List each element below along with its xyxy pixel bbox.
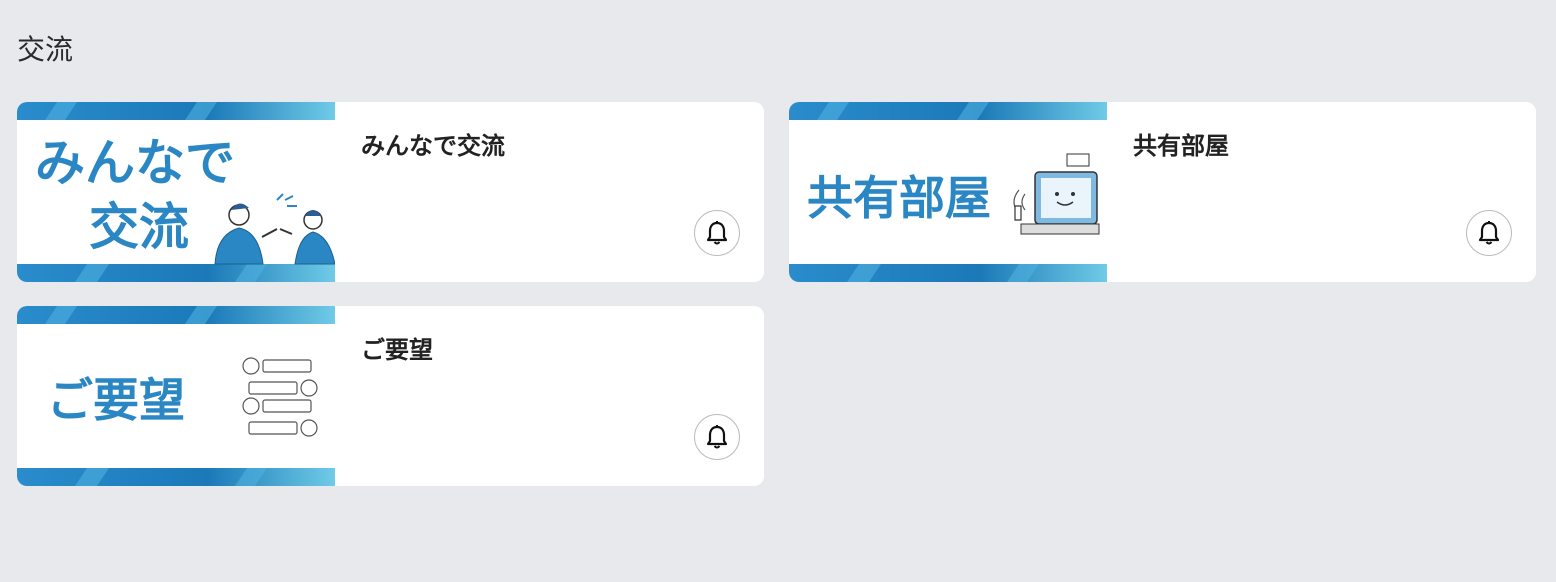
thumb-text-line1: ご要望 [47,373,185,427]
thumb-text-line1: 共有部屋 [807,171,991,225]
computer-illustration [1013,153,1100,235]
bell-icon[interactable] [694,414,740,460]
bell-icon[interactable] [1466,210,1512,256]
channel-card-minnade-koryu[interactable]: みんなで 交流 みんなで交流 [17,102,764,282]
bell-icon[interactable] [694,210,740,256]
people-illustration [214,193,335,265]
channel-card-kyoyu-beya[interactable]: 共有部屋 共有部屋 [789,102,1536,282]
thumb-text-line1: みんなで [35,134,235,192]
channel-title: 共有部屋 [1133,132,1229,160]
channel-title: みんなで交流 [361,132,505,160]
chat-bubbles-illustration [242,357,318,437]
channel-title: ご要望 [361,336,433,364]
channel-thumbnail: みんなで 交流 [17,102,335,282]
thumb-text-line2: 交流 [89,198,189,256]
channel-thumbnail: ご要望 [17,306,335,486]
channel-card-goyobo[interactable]: ご要望 ご要望 [17,306,764,486]
section-title: 交流 [17,33,74,66]
channel-thumbnail: 共有部屋 [789,102,1107,282]
